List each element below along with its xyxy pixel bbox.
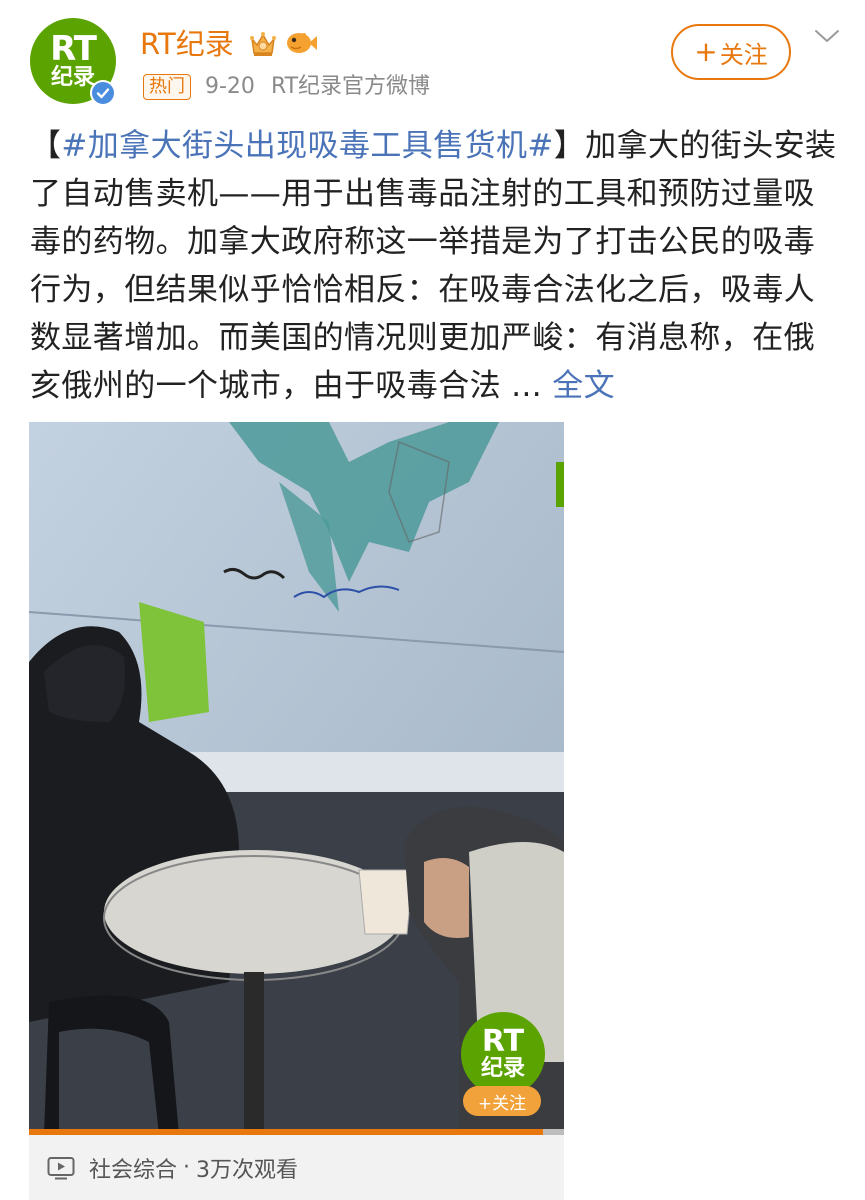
watermark-jilu: 纪录 [480, 1056, 525, 1081]
post-source: RT纪录官方微博 [270, 74, 431, 99]
bracket-open: 【 [30, 128, 62, 164]
avatar-logo-jilu: 纪录 [50, 65, 95, 90]
follow-button[interactable]: + 关注 [671, 24, 791, 80]
account-badges [248, 27, 318, 59]
video-views: 3万次观看 [196, 1157, 299, 1183]
post-meta: 热门 9-20 RT纪录官方微博 [143, 74, 430, 100]
post-body: 加拿大的街头安装了自动售卖机——用于出售毒品注射的工具和预防过量吸毒的药物。加拿… [30, 128, 837, 404]
follow-plus: + [694, 35, 718, 68]
account-name[interactable]: RT纪录 [140, 24, 234, 64]
crown-badge-icon [250, 32, 276, 56]
full-text-link[interactable]: 全文 [552, 368, 615, 404]
post-text: 【#加拿大街头出现吸毒工具售货机#】加拿大的街头安装了自动售卖机——用于出售毒品… [30, 122, 840, 410]
avatar-logo-rt: RT [50, 29, 97, 69]
post-date: 9-20 [205, 74, 255, 99]
watermark-follow-button[interactable]: +关注 [463, 1086, 541, 1116]
bracket-close: 】 [553, 128, 586, 164]
video-category[interactable]: 社会综合 [89, 1152, 177, 1184]
video-info-bar: 社会综合 · 3万次观看 [29, 1135, 564, 1200]
verified-icon [90, 80, 116, 106]
watermark-logo[interactable]: RT 纪录 [461, 1012, 545, 1096]
fish-badge-icon [287, 33, 317, 53]
watermark-rt: RT [481, 1024, 525, 1059]
hot-tag: 热门 [143, 74, 191, 100]
chevron-down-icon[interactable] [814, 28, 840, 44]
meta-separator: · [183, 1155, 191, 1180]
hashtag-link[interactable]: #加拿大街头出现吸毒工具售货机# [61, 128, 553, 164]
follow-label: 关注 [719, 40, 768, 69]
video-player[interactable]: RT 纪录 +关注 [29, 422, 564, 1135]
video-play-icon [47, 1156, 75, 1179]
